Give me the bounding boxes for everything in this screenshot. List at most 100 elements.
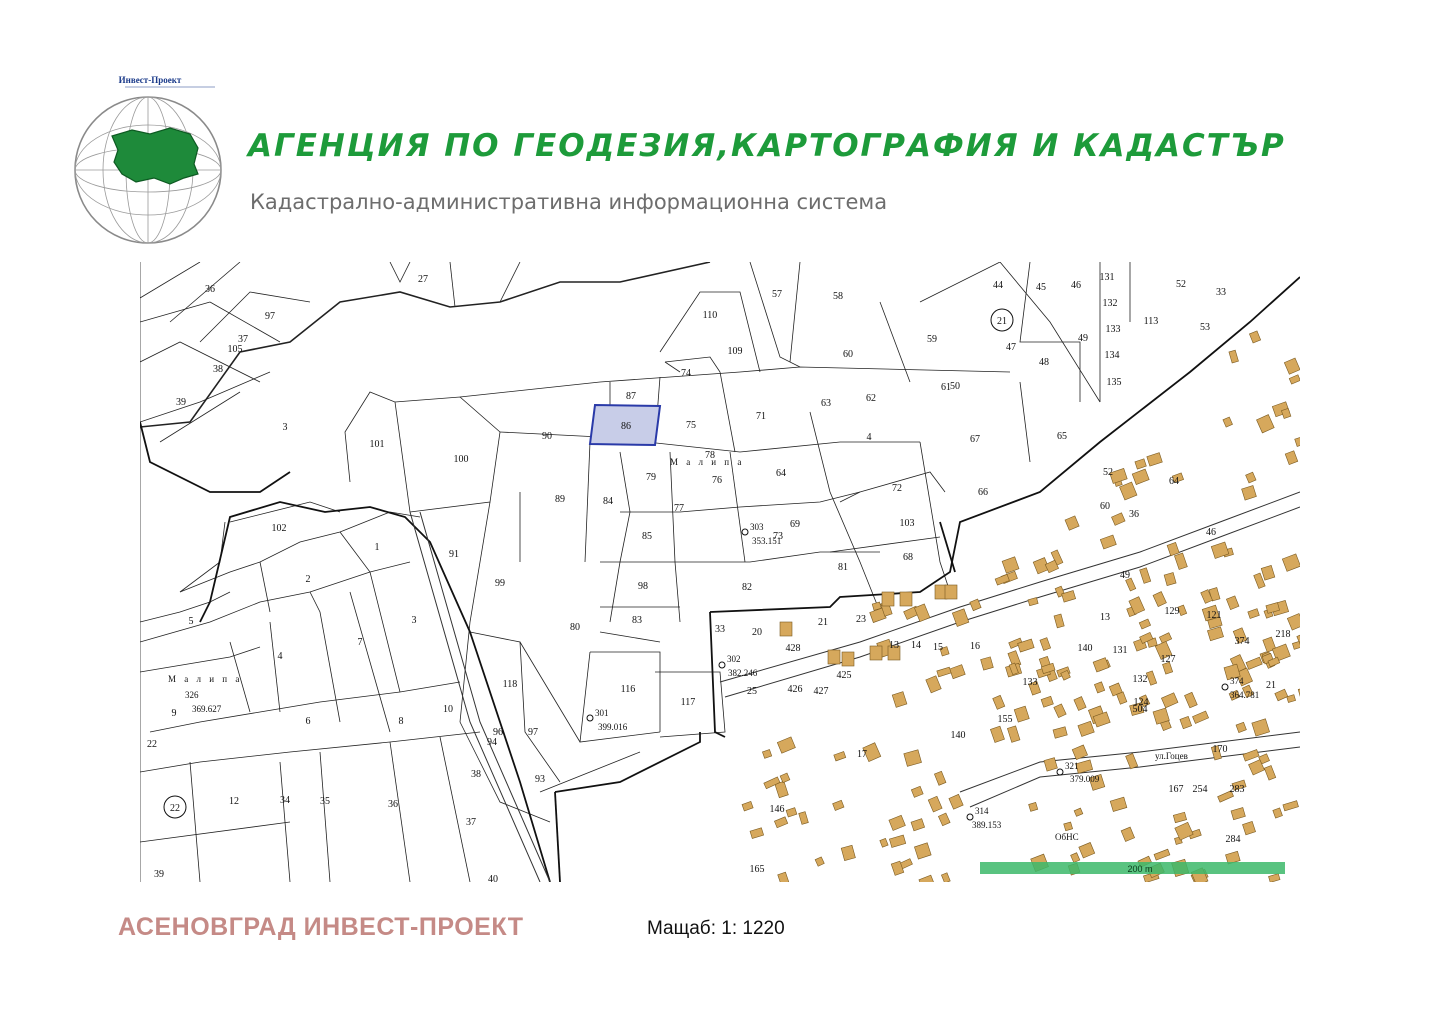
building — [1139, 567, 1152, 584]
point-id: 302 — [727, 654, 741, 664]
building — [1247, 608, 1260, 619]
parcel-number: 23 — [856, 614, 866, 625]
cadastral-map-canvas[interactable]: 21 22 504 М а л и п а М а л и п а 303 35… — [140, 262, 1300, 882]
building — [869, 645, 883, 661]
parcel-number: 27 — [418, 274, 428, 285]
building — [1230, 807, 1246, 821]
building — [776, 736, 796, 754]
building — [990, 725, 1005, 743]
parcel-number: 140 — [1078, 643, 1093, 654]
building — [1245, 471, 1257, 484]
building — [1145, 670, 1158, 686]
building — [1073, 696, 1087, 711]
building — [949, 664, 966, 680]
building — [1052, 726, 1068, 739]
parcel-number: 10 — [443, 704, 453, 715]
point-id: 374 — [1230, 676, 1244, 686]
parcel-number: 39 — [154, 869, 164, 880]
parcel-number: 99 — [495, 578, 505, 589]
parcel-number: 86 — [621, 421, 631, 432]
parcel-number: 131 — [1113, 645, 1128, 656]
parcel-number: 13 — [889, 640, 899, 651]
building — [914, 842, 932, 860]
point-elevation: 399.016 — [598, 722, 628, 732]
parcel-number: 82 — [742, 582, 752, 593]
building — [1146, 452, 1163, 467]
region-markers — [163, 308, 1014, 819]
parcel-number: 116 — [621, 684, 636, 695]
building — [1163, 572, 1177, 586]
building — [879, 837, 889, 848]
parcel-number: 427 — [814, 686, 829, 697]
building — [1235, 721, 1247, 733]
cadastral-map[interactable]: 21 22 504 М а л и п а М а л и п а 303 35… — [140, 262, 1300, 882]
parcel-number: 87 — [626, 391, 636, 402]
parcel-number: 101 — [370, 439, 385, 450]
building — [910, 818, 926, 832]
parcel-number: 3 — [412, 615, 417, 626]
parcel-number: 4 — [867, 432, 872, 443]
building — [1001, 556, 1020, 574]
point-id: 321 — [1065, 761, 1079, 771]
building — [779, 772, 791, 784]
street-label: ул.Гоцев — [1155, 751, 1188, 761]
parcel-number: 22 — [147, 739, 157, 750]
parcel-number: 284 — [1226, 834, 1241, 845]
building — [785, 807, 798, 818]
parcel-number: 80 — [570, 622, 580, 633]
parcel-number: 81 — [838, 562, 848, 573]
building — [1013, 705, 1030, 723]
building — [1070, 852, 1081, 864]
parcel-number: 89 — [555, 494, 565, 505]
point-id: 326 — [185, 690, 199, 700]
parcel-number: 38 — [471, 769, 481, 780]
building — [1166, 542, 1180, 557]
parcel-number: 155 — [998, 714, 1013, 725]
building — [910, 785, 924, 798]
building — [1226, 595, 1240, 611]
parcel-number: 40 — [488, 874, 498, 882]
parcel-number: 93 — [535, 774, 545, 785]
parcel-number: 49 — [1078, 333, 1088, 344]
building — [1251, 718, 1270, 737]
point-elevation: 369.627 — [192, 704, 222, 714]
building — [1161, 692, 1179, 709]
parcel-boundaries — [140, 262, 1131, 882]
building — [1174, 552, 1188, 570]
parcel-number: 100 — [454, 454, 469, 465]
parcel-number: 36 — [1129, 509, 1139, 520]
building — [1007, 725, 1021, 743]
parcel-number: 79 — [646, 472, 656, 483]
building — [1286, 613, 1300, 631]
parcel-number: 12 — [229, 796, 239, 807]
parcel-number: 64 — [1169, 476, 1179, 487]
parcel-number: 60 — [843, 349, 853, 360]
building — [994, 574, 1010, 586]
parcel-number: 165 — [750, 864, 765, 875]
parcel-number: 74 — [681, 368, 691, 379]
building — [903, 749, 922, 767]
building — [1134, 458, 1147, 470]
parcel-number: 109 — [728, 346, 743, 357]
building — [1153, 848, 1171, 861]
building — [827, 649, 841, 665]
parcel-number: 98 — [638, 581, 648, 592]
building — [1297, 685, 1300, 701]
parcel-number: 66 — [978, 487, 988, 498]
parcel-number: 8 — [399, 716, 404, 727]
parcel-number: 129 — [1165, 606, 1180, 617]
building — [1249, 330, 1262, 344]
building — [1292, 641, 1300, 650]
building — [840, 844, 856, 862]
bulgaria-map-icon — [111, 127, 199, 185]
parcel-number: 17 — [857, 749, 867, 760]
parcel-number: 47 — [1006, 342, 1016, 353]
building — [1268, 873, 1281, 882]
agency-subtitle: Кадастрално-административна информационн… — [250, 190, 888, 214]
parcel-number: 105 — [228, 344, 243, 355]
building — [1063, 821, 1073, 832]
parcel-number: 21 — [818, 617, 828, 628]
parcel-number: 131 — [1100, 272, 1115, 283]
building — [888, 814, 906, 831]
parcel-number: 121 — [1207, 610, 1222, 621]
